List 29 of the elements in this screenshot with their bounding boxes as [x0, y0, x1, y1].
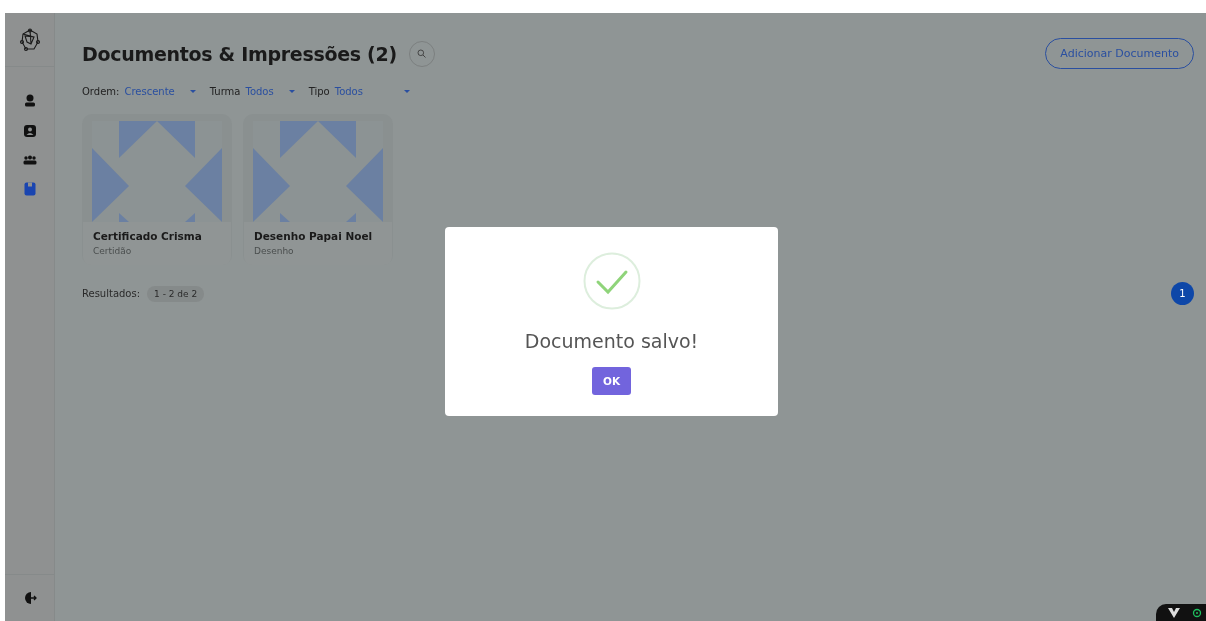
logout-icon[interactable]	[22, 591, 37, 605]
caret-icon	[189, 89, 196, 94]
logo-icon	[18, 27, 41, 52]
v-logo-icon	[1168, 608, 1180, 618]
page-button[interactable]: 1	[1171, 282, 1194, 305]
dialog-message: Documento salvo!	[524, 330, 699, 352]
nav-group-icon[interactable]	[22, 155, 37, 165]
search-icon	[417, 49, 427, 58]
devtools-toggle[interactable]	[1156, 604, 1206, 621]
document-card[interactable]: Desenho Papai Noel Desenho	[243, 114, 393, 265]
caret-icon	[288, 89, 295, 94]
results-count: 1 - 2 de 2	[147, 285, 205, 302]
card-type: Certidão	[93, 246, 133, 256]
filter-dropdown[interactable]: Turma Todos	[209, 86, 295, 97]
card-title: Certificado Crisma	[93, 230, 203, 242]
ok-button[interactable]: OK	[592, 367, 631, 395]
document-card[interactable]: Certificado Crisma Certidão	[82, 114, 232, 265]
card-title: Desenho Papai Noel	[254, 230, 374, 242]
results-label: Resultados:	[82, 288, 141, 299]
page-title: Documentos & Impressões (2)	[82, 42, 397, 65]
target-icon	[1192, 608, 1202, 618]
filter-dropdown[interactable]: Tipo Todos	[308, 86, 410, 97]
caret-icon	[403, 89, 410, 94]
nav-contact-icon[interactable]	[22, 124, 37, 138]
check-icon	[582, 252, 641, 310]
filter-dropdown[interactable]: Ordem: Crescente	[82, 86, 196, 97]
nav-book-icon[interactable]	[23, 182, 36, 196]
card-type: Desenho	[254, 246, 295, 256]
nav-user-icon[interactable]	[22, 93, 37, 107]
